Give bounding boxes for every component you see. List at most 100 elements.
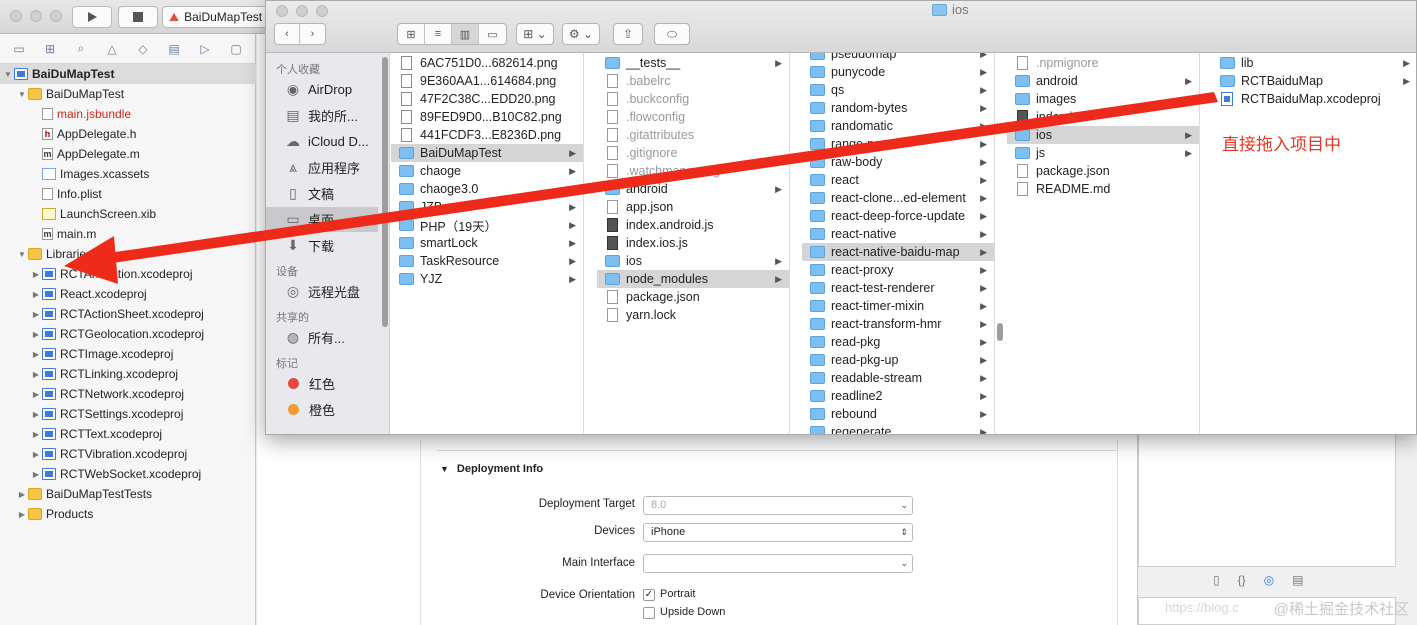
tree-row[interactable]: ▶ RCTVibration.xcodeproj	[0, 444, 256, 464]
action-button[interactable]: ⚙ ⌄	[562, 23, 600, 45]
finder-item[interactable]: android ▶	[1007, 72, 1199, 90]
tree-row[interactable]: m AppDelegate.m	[0, 144, 256, 164]
finder-item[interactable]: react-transform-hmr ▶	[802, 315, 994, 333]
finder-item[interactable]: 6AC751D0...682614.png	[391, 54, 583, 72]
sidebar-item[interactable]: ◎ 远程光盘	[266, 279, 378, 304]
column-view-icon[interactable]: ▥	[452, 24, 479, 44]
tree-row[interactable]: ▼ BaiDuMapTest	[0, 64, 256, 84]
finder-item[interactable]: ios ▶	[597, 252, 789, 270]
folder-icon[interactable]: ▭	[10, 42, 28, 56]
disclosure-right-icon[interactable]: ▶	[30, 270, 42, 279]
sidebar-item[interactable]: ⬇ 下载	[266, 233, 378, 258]
finder-item[interactable]: index.android.js	[597, 216, 789, 234]
finder-item[interactable]: punycode ▶	[802, 63, 994, 81]
disclosure-right-icon[interactable]: ▶	[30, 450, 42, 459]
sidebar-item[interactable]: ◍ 所有...	[266, 325, 378, 350]
disclosure-down-icon[interactable]: ▼	[16, 90, 28, 99]
file-template-icon[interactable]: ▯	[1213, 573, 1220, 587]
deployment-info-header[interactable]: ▼ Deployment Info	[440, 463, 543, 475]
debug-icon[interactable]: ▤	[165, 42, 183, 56]
finder-item[interactable]: app.json	[597, 198, 789, 216]
finder-item[interactable]: .npmignore	[1007, 54, 1199, 72]
finder-item[interactable]: android ▶	[597, 180, 789, 198]
gallery-view-icon[interactable]: ▭	[479, 24, 506, 44]
disclosure-down-icon[interactable]: ▼	[2, 70, 14, 79]
tree-row[interactable]: ▶ RCTWebSocket.xcodeproj	[0, 464, 256, 484]
finder-item[interactable]: js ▶	[1007, 144, 1199, 162]
zoom-window-button[interactable]	[50, 10, 62, 22]
tree-row[interactable]: ▶ RCTImage.xcodeproj	[0, 344, 256, 364]
finder-item[interactable]: react-timer-mixin ▶	[802, 297, 994, 315]
finder-item[interactable]: images ▶	[1007, 90, 1199, 108]
finder-item[interactable]: range-parser ▶	[802, 135, 994, 153]
tree-row[interactable]: ▶ RCTSettings.xcodeproj	[0, 404, 256, 424]
devices-select[interactable]: iPhone ⇕	[643, 523, 913, 542]
finder-minimize-button[interactable]	[296, 5, 308, 17]
arrange-button[interactable]: ⊞ ⌄	[516, 23, 554, 45]
icon-view-icon[interactable]: ⊞	[398, 24, 425, 44]
sidebar-item[interactable]: ▯ 文稿	[266, 181, 378, 206]
disclosure-right-icon[interactable]: ▶	[30, 350, 42, 359]
finder-item[interactable]: TaskResource ▶	[391, 252, 583, 270]
tree-row[interactable]: ▶ React.xcodeproj	[0, 284, 256, 304]
finder-item[interactable]: react-test-renderer ▶	[802, 279, 994, 297]
view-mode-segment[interactable]: ⊞ ≡ ▥ ▭	[397, 23, 507, 45]
disclosure-right-icon[interactable]: ▶	[16, 510, 28, 519]
finder-item[interactable]: yarn.lock	[597, 306, 789, 324]
finder-item[interactable]: randomatic ▶	[802, 117, 994, 135]
finder-item[interactable]: RCTBaiduMap.xcodeproj	[1212, 90, 1416, 108]
tree-row[interactable]: ▶ RCTActionSheet.xcodeproj	[0, 304, 256, 324]
tree-row[interactable]: ▶ RCTLinking.xcodeproj	[0, 364, 256, 384]
object-library-icon[interactable]: ◎	[1264, 573, 1274, 587]
tree-row[interactable]: ▶ BaiDuMapTestTests	[0, 484, 256, 504]
tree-row[interactable]: ▶ RCTGeolocation.xcodeproj	[0, 324, 256, 344]
finder-item[interactable]: read-pkg-up ▶	[802, 351, 994, 369]
portrait-checkbox[interactable]: ✓	[643, 589, 655, 601]
tree-row[interactable]: ▼ Libraries	[0, 244, 256, 264]
tree-row[interactable]: ▶ Products	[0, 504, 256, 524]
finder-item[interactable]: BaiDuMapTest ▶	[391, 144, 583, 162]
finder-item[interactable]: chaoge ▶	[391, 162, 583, 180]
upside-down-checkbox[interactable]	[643, 607, 655, 619]
close-window-button[interactable]	[10, 10, 22, 22]
finder-item[interactable]: .gitignore	[597, 144, 789, 162]
finder-item[interactable]: .babelrc	[597, 72, 789, 90]
tree-row[interactable]: ▶ RCTNetwork.xcodeproj	[0, 384, 256, 404]
finder-item[interactable]: regenerate ▶	[802, 423, 994, 434]
finder-item[interactable]: 47F2C38C...EDD20.png	[391, 90, 583, 108]
disclosure-right-icon[interactable]: ▶	[30, 390, 42, 399]
finder-item[interactable]: react-deep-force-update ▶	[802, 207, 994, 225]
media-library-icon[interactable]: ▤	[1292, 573, 1303, 587]
finder-item[interactable]: readable-stream ▶	[802, 369, 994, 387]
finder-item[interactable]: 441FCDF3...E8236D.png	[391, 126, 583, 144]
finder-item[interactable]: .flowconfig	[597, 108, 789, 126]
report-icon[interactable]: ▢	[227, 42, 245, 56]
test-icon[interactable]: ◇	[134, 42, 152, 56]
finder-item[interactable]: .watchmanconfig	[597, 162, 789, 180]
hierarchy-icon[interactable]: ⊞	[41, 42, 59, 56]
search-icon[interactable]: ⌕	[72, 41, 90, 56]
finder-item[interactable]: qs ▶	[802, 81, 994, 99]
finder-item[interactable]: index.ios.js	[597, 234, 789, 252]
back-arrow-icon[interactable]: ‹	[275, 24, 301, 44]
finder-item[interactable]: YJZ ▶	[391, 270, 583, 288]
finder-item[interactable]: read-pkg ▶	[802, 333, 994, 351]
disclosure-right-icon[interactable]: ▶	[30, 290, 42, 299]
finder-item[interactable]: PHP（19天） ▶	[391, 216, 583, 234]
forward-arrow-icon[interactable]: ›	[300, 24, 325, 44]
finder-item[interactable]: react-native-baidu-map ▶	[802, 243, 994, 261]
finder-item[interactable]: README.md	[1007, 180, 1199, 198]
tree-row[interactable]: h AppDelegate.h	[0, 124, 256, 144]
code-snippet-icon[interactable]: {}	[1238, 573, 1246, 587]
finder-item[interactable]: rebound ▶	[802, 405, 994, 423]
sidebar-scrollbar[interactable]	[382, 57, 388, 327]
tree-row[interactable]: main.jsbundle	[0, 104, 256, 124]
share-button[interactable]: ⇧	[613, 23, 643, 45]
finder-item[interactable]: react-native ▶	[802, 225, 994, 243]
tree-row[interactable]: Info.plist	[0, 184, 256, 204]
finder-item[interactable]: package.json	[1007, 162, 1199, 180]
tree-row[interactable]: LaunchScreen.xib	[0, 204, 256, 224]
sidebar-item[interactable]: ▤ 我的所...	[266, 103, 378, 128]
disclosure-right-icon[interactable]: ▶	[30, 330, 42, 339]
tree-row[interactable]: ▼ BaiDuMapTest	[0, 84, 256, 104]
